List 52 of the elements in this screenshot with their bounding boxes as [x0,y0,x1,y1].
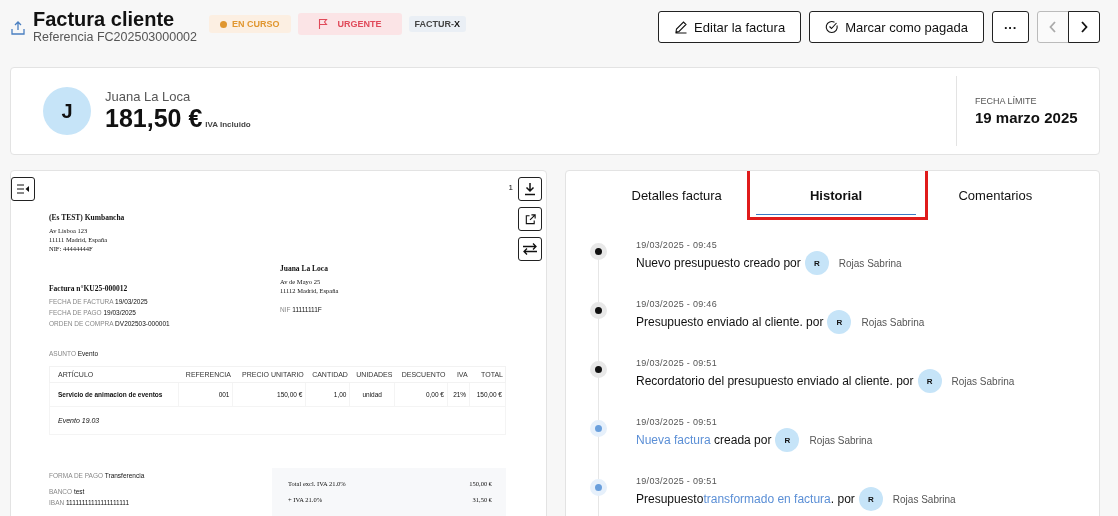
event-text: Nuevo presupuesto creado por [636,256,801,270]
download-button[interactable] [518,177,542,201]
due-date-label: FECHA LÍMITE [975,96,1038,106]
event-date: 19/03/2025 - 09:51 [636,417,718,427]
chevron-right-icon [1079,20,1089,34]
status-badge: EN CURSO [209,15,291,33]
tax-note: IVA Incluido [205,120,251,129]
author-name: Rojas Sabrina [809,434,873,446]
client-name: Juana La Loca [105,89,192,104]
author-name: Rojas Sabrina [892,493,956,505]
flag-badge: URGENTE [297,13,402,35]
reference-text: Referencia FC202503000002 [33,30,197,45]
tab[interactable]: Historial [756,171,916,215]
event-date: 19/03/2025 - 09:51 [636,476,718,486]
author-avatar: R [804,251,829,275]
next-button[interactable] [1068,11,1100,43]
tab[interactable]: Detalles factura [597,171,757,215]
sidebar-toggle-icon [16,183,30,195]
author-name: Rojas Sabrina [951,375,1015,387]
swap-button[interactable] [518,237,542,261]
download-icon [523,182,537,196]
event-text: Presupuesto enviado al cliente. por [636,315,824,329]
swap-arrows-icon [522,242,538,256]
event-text: Recordatorio del presupuesto enviado al cliente. por [636,374,914,388]
upload-icon [10,20,26,36]
edit-invoice-button[interactable]: Editar la factura [658,11,802,43]
more-button[interactable]: ··· [992,11,1029,43]
due-date-value: 19 marzo 2025 [975,109,1079,126]
pencil-icon [674,20,689,34]
author-avatar: R [917,369,942,393]
mark-paid-button[interactable]: Marcar como pagada [809,11,984,43]
format-badge: FACTUR-X [408,16,467,32]
chevron-left-icon [1048,20,1058,34]
author-name: Rojas Sabrina [838,257,902,269]
toggle-sidebar-button[interactable] [11,177,35,201]
client-avatar: J [43,87,91,135]
event-text: Presupuestotransformado en factura. por [636,492,855,506]
event-date: 19/03/2025 - 09:51 [636,358,718,368]
author-avatar: R [858,487,883,511]
event-date: 19/03/2025 - 09:45 [636,240,718,250]
event-date: 19/03/2025 - 09:46 [636,299,718,309]
page-number: 1 [508,183,513,192]
tab[interactable]: Comentarios [915,171,1075,215]
event-text: Nueva factura creada por [636,433,772,447]
author-name: Rojas Sabrina [861,316,925,328]
open-external-button[interactable] [518,207,542,231]
amount-text: 181,50 € [105,104,203,133]
external-link-icon [523,212,537,226]
author-avatar: R [775,428,800,452]
page-title: Factura cliente [33,8,176,30]
check-circle-icon [825,20,840,34]
author-avatar: R [827,310,852,334]
